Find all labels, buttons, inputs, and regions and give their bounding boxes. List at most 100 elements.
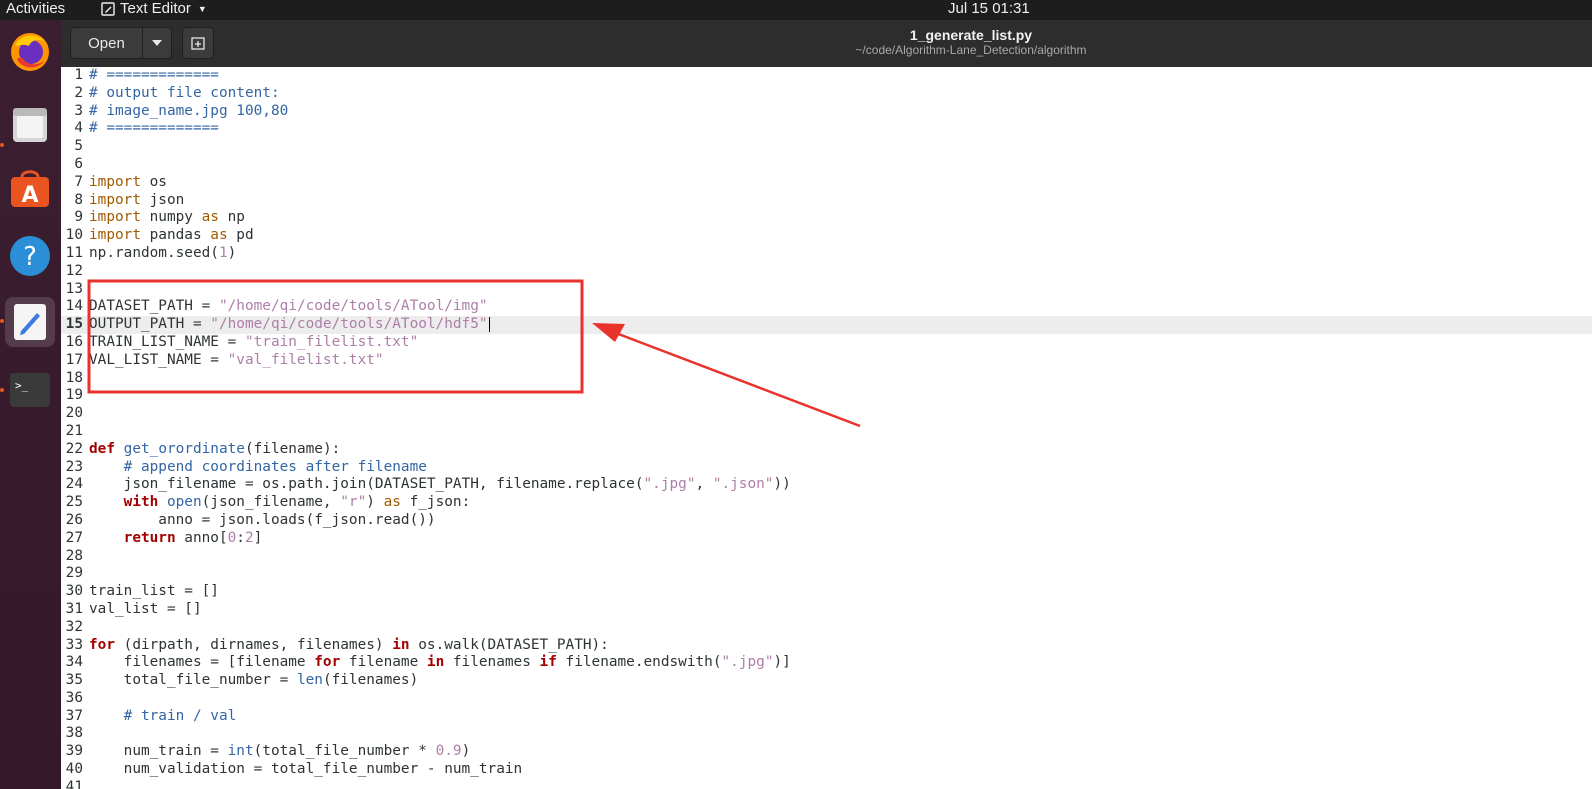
code-token: total_file_number = [89, 672, 297, 689]
code-line[interactable]: 8 import json [61, 192, 1592, 210]
code-token: VAL_LIST_NAME = [89, 351, 228, 368]
code-token: import [89, 191, 141, 208]
code-line[interactable]: 38 [61, 725, 1592, 743]
dock-files[interactable] [5, 99, 55, 149]
dock-help[interactable]: ? [5, 231, 55, 281]
software-icon: A [11, 170, 49, 208]
code-line[interactable]: 21 [61, 423, 1592, 441]
dock-text-editor[interactable] [5, 297, 55, 347]
clock[interactable]: Jul 15 01:31 [948, 0, 1030, 18]
code-token: train_list = [] [89, 583, 219, 600]
code-token: as [210, 227, 228, 244]
code-line[interactable]: 28 [61, 548, 1592, 566]
line-number: 2 [74, 84, 83, 101]
code-token: "/home/qi/code/tools/ATool/img" [218, 298, 488, 315]
code-line[interactable]: 39 num_train = int(total_file_number * 0… [61, 743, 1592, 761]
new-document-button[interactable] [182, 27, 214, 59]
line-number: 20 [65, 405, 83, 422]
code-token: json_filename = os.path.join(DATASET_PAT… [89, 476, 644, 493]
code-line[interactable]: 36 [61, 690, 1592, 708]
line-text: return anno[0:2] [89, 530, 263, 548]
line-text: # output file content: [89, 85, 280, 103]
line-text: def get_orordinate(filename): [89, 441, 340, 459]
code-line[interactable]: 6 [61, 156, 1592, 174]
chevron-down-icon [152, 40, 162, 46]
code-token: 0.9 [435, 743, 462, 760]
code-token: "r" [340, 494, 367, 511]
line-text: import pandas as pd [89, 227, 254, 245]
code-line[interactable]: 7 import os [61, 174, 1592, 192]
code-line[interactable]: 34 filenames = [filename for filename in… [61, 654, 1592, 672]
help-icon: ? [10, 236, 50, 276]
code-token: # ============= [89, 120, 219, 137]
code-line[interactable]: 1 # ============= [61, 67, 1592, 85]
code-line[interactable]: 35 total_file_number = len(filenames) [61, 672, 1592, 690]
line-text: DATASET_PATH = "/home/qi/code/tools/AToo… [89, 298, 488, 316]
code-line[interactable]: 3 # image_name.jpg 100,80 [61, 103, 1592, 121]
code-line[interactable]: 41 [61, 779, 1592, 789]
code-line[interactable]: 29 [61, 565, 1592, 583]
svg-text:>_: >_ [15, 379, 29, 392]
document-title: 1_generate_list.py [909, 27, 1033, 43]
code-line[interactable]: 12 [61, 263, 1592, 281]
code-line[interactable]: 23 # append coordinates after filename [61, 459, 1592, 477]
line-number: 34 [65, 654, 83, 671]
dock-software[interactable]: A [5, 163, 55, 213]
code-line[interactable]: 5 [61, 138, 1592, 156]
line-text: # ============= [89, 120, 219, 138]
line-number: 6 [74, 155, 83, 172]
line-number: 8 [74, 191, 83, 208]
code-line[interactable]: 15 OUTPUT_PATH = "/home/qi/code/tools/ATo… [61, 316, 1592, 334]
svg-text:?: ? [23, 242, 37, 272]
dock-firefox[interactable] [5, 26, 55, 76]
code-content[interactable]: 1 # ============= 2 # output file content: 3… [61, 67, 1592, 789]
code-line[interactable]: 17 VAL_LIST_NAME = "val_filelist.txt" [61, 352, 1592, 370]
code-line[interactable]: 33 for (dirpath, dirnames, filenames) in … [61, 637, 1592, 655]
code-token: os [140, 173, 167, 190]
activities-button[interactable]: Activities [6, 0, 65, 18]
code-line[interactable]: 10 import pandas as pd [61, 227, 1592, 245]
dock-terminal[interactable]: >_ [5, 365, 55, 415]
document-path: ~/code/Algorithm-Lane_Detection/algorith… [855, 43, 1087, 57]
running-indicator [0, 388, 4, 392]
code-line[interactable]: 9 import numpy as np [61, 209, 1592, 227]
open-button[interactable]: Open [70, 27, 143, 59]
code-line[interactable]: 30 train_list = [] [61, 583, 1592, 601]
code-line[interactable]: 18 [61, 370, 1592, 388]
code-line[interactable]: 22 def get_orordinate(filename): [61, 441, 1592, 459]
code-line[interactable]: 16 TRAIN_LIST_NAME = "train_filelist.txt" [61, 334, 1592, 352]
line-number: 13 [65, 280, 83, 297]
code-line[interactable]: 32 [61, 619, 1592, 637]
line-number: 18 [65, 369, 83, 386]
code-line[interactable]: 27 return anno[0:2] [61, 530, 1592, 548]
line-text: import os [89, 174, 167, 192]
code-line[interactable]: 19 [61, 387, 1592, 405]
code-line[interactable]: 26 anno = json.loads(f_json.read()) [61, 512, 1592, 530]
code-token: pd [227, 227, 254, 244]
code-line[interactable]: 24 json_filename = os.path.join(DATASET_… [61, 476, 1592, 494]
code-token: # ============= [89, 67, 219, 83]
code-line[interactable]: 14 DATASET_PATH = "/home/qi/code/tools/AT… [61, 298, 1592, 316]
open-menu-button[interactable] [142, 27, 172, 59]
line-number: 12 [65, 262, 83, 279]
code-token: numpy [140, 209, 202, 226]
code-editor[interactable]: 1 # ============= 2 # output file content: 3… [61, 67, 1592, 789]
code-token: np.random.seed( [89, 244, 219, 261]
code-token: pandas [140, 227, 211, 244]
new-tab-icon [191, 37, 205, 50]
firefox-icon [11, 33, 49, 71]
code-line[interactable]: 40 num_validation = total_file_number - … [61, 761, 1592, 779]
code-line[interactable]: 25 with open(json_filename, "r") as f_js… [61, 494, 1592, 512]
code-token: get_orordinate [123, 440, 245, 457]
code-token: ) [227, 244, 237, 261]
chevron-down-icon: ▼ [197, 4, 207, 14]
code-line[interactable]: 37 # train / val [61, 708, 1592, 726]
code-line[interactable]: 4 # ============= [61, 120, 1592, 138]
code-line[interactable]: 20 [61, 405, 1592, 423]
code-line[interactable]: 2 # output file content: [61, 85, 1592, 103]
code-line[interactable]: 31 val_list = [] [61, 601, 1592, 619]
app-menu[interactable]: Text Editor ▼ [101, 0, 207, 18]
code-line[interactable]: 13 [61, 281, 1592, 299]
code-line[interactable]: 11 np.random.seed(1) [61, 245, 1592, 263]
